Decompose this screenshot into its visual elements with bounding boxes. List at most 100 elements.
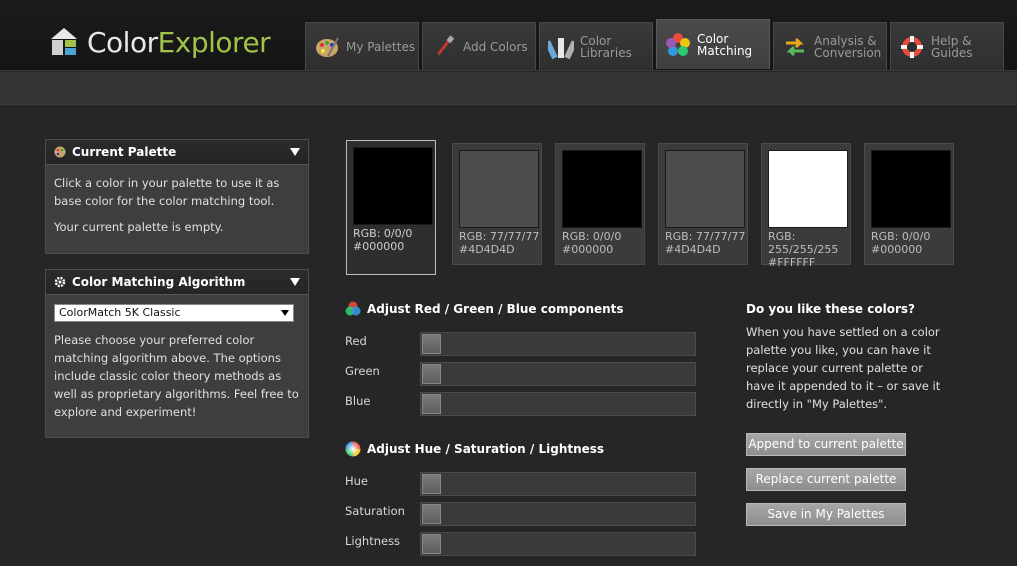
tab-label: Color Matching [697, 31, 753, 58]
swatch-rgb-value: RGB: 77/77/77 [665, 230, 746, 243]
swatch-rgb-value: RGB: 0/0/0 [353, 227, 413, 240]
slider-thumb[interactable] [422, 334, 441, 354]
sub-toolbar [0, 72, 1017, 107]
swatch-caption: RGB: 77/77/77 #4D4D4D [665, 230, 749, 256]
slider-green[interactable] [420, 362, 696, 386]
dropdown-arrow-icon [281, 310, 289, 316]
slider-label-hue: Hue [345, 474, 369, 488]
color-swatch[interactable]: RGB: 77/77/77 #4D4D4D [452, 143, 542, 265]
rgb-section-label: Adjust Red / Green / Blue components [367, 302, 624, 316]
current-palette-title: Current Palette [72, 145, 177, 159]
palette-icon [316, 37, 339, 57]
current-palette-panel: Current Palette Click a color in your pa… [45, 139, 309, 254]
swatch-color-box [665, 150, 745, 228]
slider-thumb[interactable] [422, 474, 441, 494]
swatch-caption: RGB: 77/77/77 #4D4D4D [459, 230, 543, 256]
feedback-title: Do you like these colors? [746, 302, 915, 316]
convert-arrows-icon [786, 37, 804, 56]
swatch-caption: RGB: 0/0/0 #000000 [562, 230, 646, 256]
swatch-color-box [459, 150, 539, 228]
tab-help-guides[interactable]: Help & Guides [890, 22, 1004, 70]
swatch-color-box [871, 150, 951, 228]
swatch-hex-value: #000000 [871, 243, 923, 256]
color-wheel-icon [666, 32, 690, 56]
tab-label: Help & Guides [931, 33, 973, 60]
hsl-section-label: Adjust Hue / Saturation / Lightness [367, 442, 605, 456]
swatch-rgb-value: RGB: 77/77/77 [459, 230, 540, 243]
swatch-color-box [353, 147, 433, 225]
slider-label-blue: Blue [345, 394, 371, 408]
swatch-hex-value: #000000 [353, 240, 405, 253]
color-swatch[interactable]: RGB: 255/255/255 #FFFFFF [761, 143, 851, 269]
feedback-text: When you have settled on a color palette… [746, 325, 941, 411]
tab-add-colors[interactable]: Add Colors [422, 22, 536, 70]
algorithm-header[interactable]: Color Matching Algorithm [46, 270, 308, 295]
slider-label-lightness: Lightness [345, 534, 401, 548]
app-logo[interactable]: ColorExplorer [47, 22, 271, 62]
tab-label: Analysis & Conversion [814, 33, 882, 60]
slider-label-green: Green [345, 364, 380, 378]
slider-label-saturation: Saturation [345, 504, 405, 518]
swatch-rgb-value: RGB: 0/0/0 [562, 230, 622, 243]
rgb-circles-icon [345, 301, 361, 316]
slider-lightness[interactable] [420, 532, 696, 556]
tab-label: Color Libraries [580, 33, 632, 60]
color-swatch[interactable]: RGB: 0/0/0 #000000 [555, 143, 645, 265]
paintbrush-icon [434, 34, 455, 58]
swatch-caption: RGB: 0/0/0 #000000 [353, 227, 437, 253]
algorithm-description: Please choose your preferred color match… [54, 333, 299, 419]
current-palette-intro: Click a color in your palette to use it … [54, 176, 280, 208]
slider-thumb[interactable] [422, 504, 441, 524]
append-palette-button[interactable]: Append to current palette [746, 433, 906, 456]
current-palette-header[interactable]: Current Palette [46, 140, 308, 165]
tab-color-matching[interactable]: Color Matching [656, 19, 770, 69]
rgb-section-title: Adjust Red / Green / Blue components [345, 301, 624, 317]
algorithm-select[interactable]: ColorMatch 5K Classic [54, 304, 294, 322]
tab-my-palettes[interactable]: My Palettes [305, 22, 419, 70]
swatch-hex-value: #4D4D4D [459, 243, 515, 256]
save-palette-button[interactable]: Save in My Palettes [746, 503, 906, 526]
logo-text-explorer: Explorer [157, 25, 271, 59]
tab-color-libraries[interactable]: Color Libraries [539, 22, 653, 70]
slider-blue[interactable] [420, 392, 696, 416]
tab-label: My Palettes [346, 39, 416, 54]
swatch-hex-value: #4D4D4D [665, 243, 721, 256]
slider-red[interactable] [420, 332, 696, 356]
tab-label: Add Colors [463, 39, 528, 54]
hue-wheel-icon [345, 441, 361, 457]
hsl-section-title: Adjust Hue / Saturation / Lightness [345, 441, 604, 457]
swatch-hex-value: #FFFFFF [768, 256, 816, 269]
palette-small-icon [54, 146, 66, 158]
slider-thumb[interactable] [422, 534, 441, 554]
swatch-rgb-value: RGB: 255/255/255 [768, 230, 839, 256]
house-logo-icon [51, 28, 77, 55]
lifebuoy-icon [901, 35, 923, 58]
tab-analysis-conversion[interactable]: Analysis & Conversion [773, 22, 887, 70]
swatch-caption: RGB: 255/255/255 #FFFFFF [768, 230, 852, 269]
logo-text-color: Color [87, 25, 158, 59]
color-swatch[interactable]: RGB: 0/0/0 #000000 [346, 140, 436, 275]
slider-label-red: Red [345, 334, 367, 348]
swatch-hex-value: #000000 [562, 243, 614, 256]
color-swatch[interactable]: RGB: 0/0/0 #000000 [864, 143, 954, 265]
algorithm-title: Color Matching Algorithm [72, 275, 246, 289]
color-fan-icon [548, 37, 574, 59]
collapse-caret-icon[interactable] [290, 278, 300, 286]
color-swatch[interactable]: RGB: 77/77/77 #4D4D4D [658, 143, 748, 265]
slider-hue[interactable] [420, 472, 696, 496]
algorithm-panel: Color Matching Algorithm ColorMatch 5K C… [45, 269, 309, 438]
swatch-color-box [768, 150, 848, 228]
slider-thumb[interactable] [422, 394, 441, 414]
slider-saturation[interactable] [420, 502, 696, 526]
swatch-caption: RGB: 0/0/0 #000000 [871, 230, 955, 256]
swatch-rgb-value: RGB: 0/0/0 [871, 230, 931, 243]
slider-thumb[interactable] [422, 364, 441, 384]
main-tabs: My Palettes Add Colors Color Libraries C… [305, 19, 1007, 70]
app-header: ColorExplorer My Palettes Add Colors Col… [0, 0, 1017, 71]
replace-palette-button[interactable]: Replace current palette [746, 468, 906, 491]
algorithm-selected-value: ColorMatch 5K Classic [59, 306, 181, 319]
collapse-caret-icon[interactable] [290, 148, 300, 156]
current-palette-status: Your current palette is empty. [54, 220, 224, 234]
gear-icon [54, 276, 66, 288]
swatch-color-box [562, 150, 642, 228]
